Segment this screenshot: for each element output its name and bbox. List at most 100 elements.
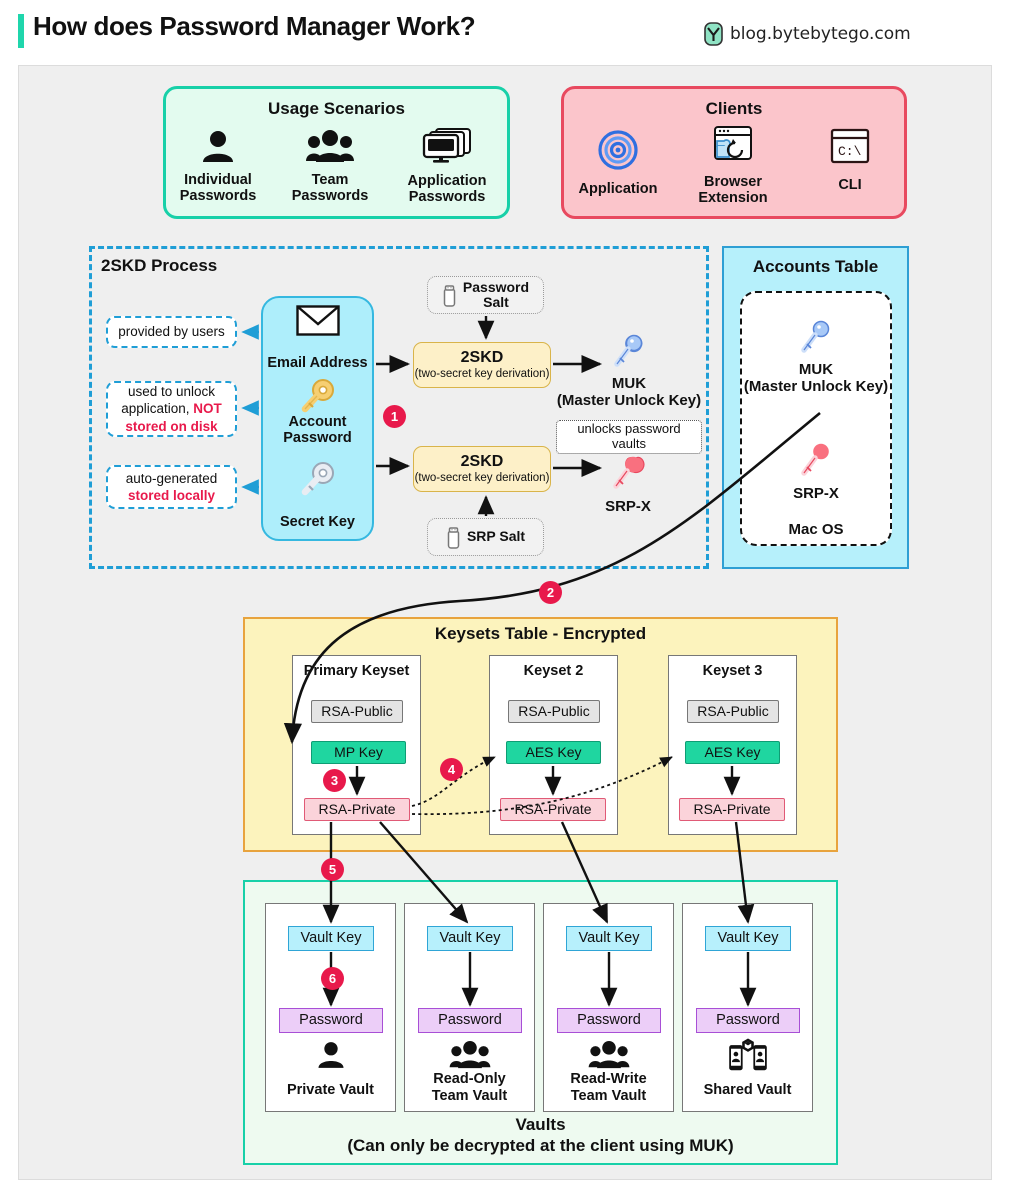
people-group-icon xyxy=(404,1041,535,1074)
keyset-primary-rsa-private: RSA-Private xyxy=(304,798,410,821)
brand-text: blog.bytebytego.com xyxy=(730,24,911,44)
output-muk: MUK (Master Unlock Key) xyxy=(545,334,713,410)
people-group-icon xyxy=(543,1041,674,1074)
salt-shaker-icon xyxy=(447,527,460,549)
input-label-secret-key: Secret Key xyxy=(280,514,355,530)
vault-private-key: Vault Key xyxy=(288,926,374,951)
usage-item-application: Application Passwords xyxy=(396,128,498,205)
clients-title: Clients xyxy=(705,99,763,118)
vault-read-write-password: Password xyxy=(557,1008,661,1033)
envelope-icon xyxy=(261,305,374,341)
step-badge-4: 4 xyxy=(440,758,463,781)
step-badge-1: 1 xyxy=(383,405,406,428)
keyset-3-rsa-private: RSA-Private xyxy=(679,798,785,821)
keyset-2-rsa-public: RSA-Public xyxy=(508,700,600,723)
accounts-srpx-label: SRP-X xyxy=(793,485,839,502)
skd-box-muk: 2SKD (two-secret key derivation) xyxy=(413,342,551,388)
bytebytego-logo-icon xyxy=(704,22,723,46)
client-item-label: CLI xyxy=(838,177,862,193)
client-item-cli: C:\ CLI xyxy=(805,128,895,193)
output-muk-label: MUK (Master Unlock Key) xyxy=(556,375,702,410)
vault-read-only-password: Password xyxy=(418,1008,522,1033)
usage-item-label: Application Passwords xyxy=(407,173,487,206)
srp-salt-label: SRP Salt xyxy=(466,528,526,545)
client-item-browser-extension: Browser Extension xyxy=(685,125,781,206)
silver-key-icon xyxy=(261,461,374,502)
gold-key-icon xyxy=(261,378,374,419)
brand-link[interactable]: blog.bytebytego.com xyxy=(704,22,911,46)
skd-box-title: 2SKD xyxy=(460,453,504,470)
usage-item-label: Team Passwords xyxy=(291,172,369,205)
vaults-caption: Vaults (Can only be decrypted at the clie… xyxy=(347,1115,734,1155)
output-srpx: SRP-X xyxy=(568,456,688,515)
page-header: How does Password Manager Work? blog.byt… xyxy=(0,0,1010,65)
accounts-muk-label: MUK (Master Unlock Key) xyxy=(743,361,889,396)
person-icon xyxy=(265,1041,396,1074)
skd-box-title: 2SKD xyxy=(460,349,504,366)
blue-key-icon xyxy=(801,320,830,353)
vault-shared-key: Vault Key xyxy=(705,926,791,951)
vault-read-write-key: Vault Key xyxy=(566,926,652,951)
step-badge-2: 2 xyxy=(539,581,562,604)
red-key-icon xyxy=(801,443,829,476)
blue-key-icon xyxy=(614,334,643,367)
usage-item-team: Team Passwords xyxy=(280,130,380,204)
accounts-muk-entry: MUK (Master Unlock Key) xyxy=(740,320,892,395)
monitors-icon xyxy=(422,128,471,163)
input-label-email: Email Address xyxy=(267,355,368,371)
vault-read-only-label: Read-Only Team Vault xyxy=(431,1071,508,1104)
keysets-table-title: Keysets Table - Encrypted xyxy=(434,624,647,643)
keyset-2-aes-key: AES Key xyxy=(506,741,601,764)
client-item-label: Application xyxy=(578,181,658,197)
step-badge-3: 3 xyxy=(323,769,346,792)
note-provided-by-users: provided by users xyxy=(106,316,237,348)
people-group-icon xyxy=(306,130,354,162)
accounts-table-title: Accounts Table xyxy=(752,257,879,276)
browser-extension-icon xyxy=(714,126,752,160)
client-item-application: Application xyxy=(570,130,666,197)
salt-shaker-icon xyxy=(443,285,456,307)
step-badge-6: 6 xyxy=(321,967,344,990)
keyset-3-aes-key: AES Key xyxy=(685,741,780,764)
usage-item-individual: Individual Passwords xyxy=(168,130,268,204)
password-salt-label: Password Salt xyxy=(462,278,530,310)
input-label-account-password: Account Password xyxy=(283,414,352,447)
note-account-password: used to unlock application, NOT stored o… xyxy=(106,381,237,437)
accounts-os-label: Mac OS xyxy=(788,521,844,538)
vault-read-write-label: Read-Write Team Vault xyxy=(570,1071,647,1104)
step-badge-5: 5 xyxy=(321,858,344,881)
page-title: How does Password Manager Work? xyxy=(33,11,476,41)
keyset-3-title: Keyset 3 xyxy=(702,663,763,679)
output-srpx-label: SRP-X xyxy=(605,498,651,515)
vault-read-only-key: Vault Key xyxy=(427,926,513,951)
spiral-app-icon xyxy=(598,130,638,170)
skd-process-title: 2SKD Process xyxy=(101,256,218,275)
keyset-3-rsa-public: RSA-Public xyxy=(687,700,779,723)
vault-shared-label: Shared Vault xyxy=(703,1082,792,1098)
accounts-srpx-entry: SRP-X xyxy=(740,443,892,502)
vault-shared-password: Password xyxy=(696,1008,800,1033)
keyset-2-rsa-private: RSA-Private xyxy=(500,798,606,821)
red-key-icon xyxy=(613,456,645,489)
keyset-primary-rsa-public: RSA-Public xyxy=(311,700,403,723)
skd-box-sub: (two-secret key derivation) xyxy=(414,472,550,484)
skd-box-sub: (two-secret key derivation) xyxy=(414,368,550,380)
usage-scenarios-title: Usage Scenarios xyxy=(267,99,405,118)
keyset-primary-mp-key: MP Key xyxy=(311,741,406,764)
usage-item-label: Individual Passwords xyxy=(179,172,257,205)
keyset-primary-title: Primary Keyset xyxy=(303,663,410,679)
keyset-2-title: Keyset 2 xyxy=(523,663,584,679)
srp-salt-box: SRP Salt xyxy=(427,518,544,556)
note-secret-key: auto-generated stored locally xyxy=(106,465,237,509)
password-salt-box: Password Salt xyxy=(427,276,544,314)
svg-text:C:\: C:\ xyxy=(838,144,862,159)
title-accent-bar xyxy=(18,14,24,48)
client-item-label: Browser Extension xyxy=(698,174,768,207)
shared-devices-icon xyxy=(682,1038,813,1077)
vault-private-label: Private Vault xyxy=(286,1082,375,1098)
cli-terminal-icon: C:\ xyxy=(830,128,870,164)
person-icon xyxy=(203,131,233,162)
skd-box-srpx: 2SKD (two-secret key derivation) xyxy=(413,446,551,492)
note-unlocks-vaults: unlocks password vaults xyxy=(556,420,702,454)
vault-private-password: Password xyxy=(279,1008,383,1033)
